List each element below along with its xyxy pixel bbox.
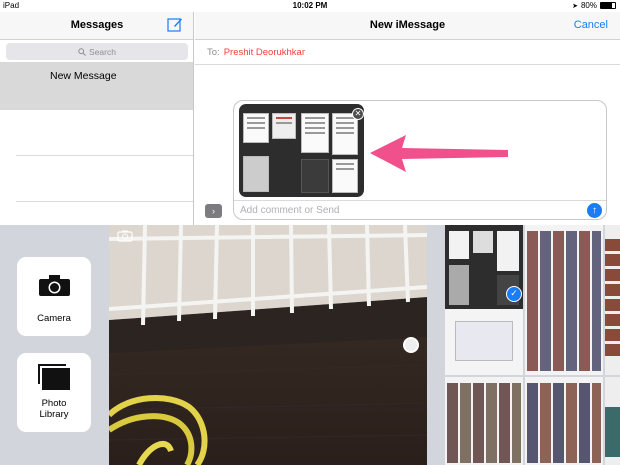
close-icon[interactable]: ✕ <box>352 108 364 120</box>
empty-row <box>16 110 193 156</box>
list-item-new-message[interactable]: New Message <box>0 62 193 110</box>
chevron-right-icon[interactable]: › <box>205 204 222 218</box>
camera-scene <box>109 225 427 465</box>
page-title: New iMessage <box>369 19 446 31</box>
checkmark-icon: ✓ <box>506 286 522 302</box>
battery-icon <box>600 2 616 9</box>
status-time: 10:02 PM <box>292 1 328 10</box>
library-label-line1: Photo <box>41 398 67 409</box>
photo-picker: Camera Photo Library <box>0 225 620 465</box>
attachment-preview[interactable]: ✕ <box>239 104 364 197</box>
search-placeholder: Search <box>89 46 116 57</box>
camera-viewfinder[interactable] <box>109 225 427 465</box>
empty-row <box>16 156 193 202</box>
list-item-label: New Message <box>50 70 117 82</box>
annotation-arrow <box>370 135 508 172</box>
photo-thumbnail[interactable] <box>445 377 523 465</box>
camera-icon <box>39 275 70 296</box>
camera-button[interactable]: Camera <box>17 257 91 336</box>
search-icon <box>78 47 86 56</box>
recipient-name[interactable]: Preshit Deorukhkar <box>224 47 305 58</box>
status-right: ➤ 80% <box>572 1 616 10</box>
cancel-button[interactable]: Cancel <box>574 19 608 31</box>
battery-percent: 80% <box>580 1 597 10</box>
comment-input[interactable] <box>240 202 580 218</box>
library-label-line2: Library <box>39 409 69 420</box>
arrow-up-icon[interactable]: ↑ <box>587 203 602 218</box>
messages-sidebar: Messages Search New Message <box>0 12 194 225</box>
photo-thumbnail[interactable] <box>525 225 603 375</box>
photo-library-button[interactable]: Photo Library <box>17 353 91 432</box>
search-input[interactable]: Search <box>6 43 188 60</box>
photo-thumbnail[interactable] <box>605 225 620 375</box>
recipient-field[interactable]: To: Preshit Deorukhkar <box>195 41 620 65</box>
status-bar: iPad 10:02 PM ➤ 80% <box>0 0 620 12</box>
sidebar-header: Messages <box>0 12 193 40</box>
photo-thumbnail[interactable] <box>605 377 620 465</box>
photo-thumbnail[interactable] <box>525 377 603 465</box>
photo-library-icon <box>38 364 70 390</box>
flip-camera-icon[interactable] <box>117 230 133 242</box>
conversation-header: New iMessage Cancel <box>195 12 620 40</box>
location-icon: ➤ <box>572 2 578 10</box>
camera-label: Camera <box>37 313 71 324</box>
to-label: To: <box>207 47 220 58</box>
shutter-button[interactable] <box>403 337 419 353</box>
compose-icon[interactable] <box>167 17 183 32</box>
conversation-list: New Message <box>0 62 193 248</box>
divider <box>234 200 606 201</box>
sidebar-title: Messages <box>70 19 124 31</box>
